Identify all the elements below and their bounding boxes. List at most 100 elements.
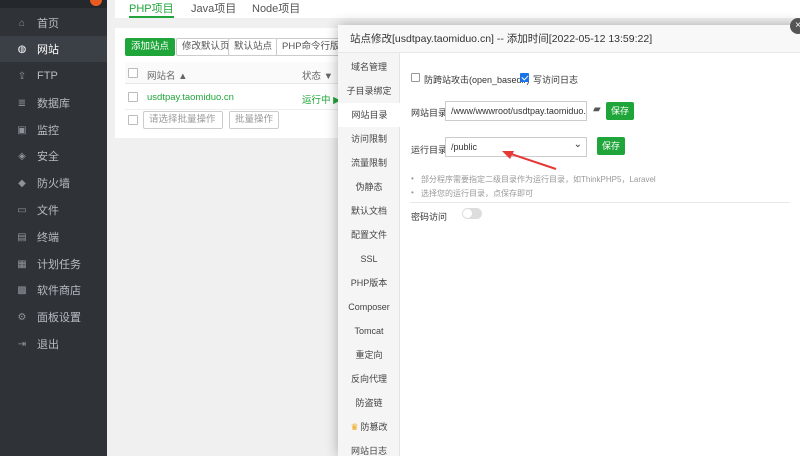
default-site-button[interactable]: 默认站点 — [228, 38, 279, 56]
dialog-menu-label: 防盗链 — [355, 398, 383, 408]
dialog-menu-label: 伪静态 — [355, 182, 383, 192]
sidebar-item-label: 监控 — [37, 125, 59, 137]
sidebar-item-9[interactable]: ▦ 计划任务 — [0, 251, 107, 277]
globe-icon: ◍ — [17, 43, 27, 55]
dialog-menu-label: 重定向 — [355, 350, 383, 360]
dialog-menu-item-10[interactable]: Composer — [338, 295, 400, 319]
sidebar-item-5[interactable]: ◈ 安全 — [0, 143, 107, 169]
dialog-menu-item-1[interactable]: 子目录绑定 — [338, 79, 400, 103]
dialog-menu: 域名管理子目录绑定网站目录访问限制流量限制伪静态默认文档配置文件 SSL PHP版本… — [338, 53, 401, 456]
dialog-title: 站点修改[usdtpay.taomiduo.cn] -- 添加时间[2022-0… — [338, 25, 800, 53]
dialog-menu-label: SSL — [360, 254, 378, 264]
dialog-menu-item-4[interactable]: 流量限制 — [338, 151, 400, 175]
edit-default-page-button[interactable]: 修改默认页 — [176, 38, 236, 56]
dialog-menu-item-6[interactable]: 默认文档 — [338, 199, 400, 223]
dialog-menu-item-3[interactable]: 访问限制 — [338, 127, 400, 151]
dialog-menu-label: 网站日志 — [350, 446, 387, 456]
dialog-menu-item-12[interactable]: 重定向 — [338, 343, 400, 367]
tab-php-project[interactable]: PHP项目 — [129, 0, 174, 18]
dialog-menu-label: 默认文档 — [350, 206, 387, 216]
run-dir-label: 运行目录 — [411, 145, 448, 155]
close-icon[interactable]: × — [790, 18, 800, 34]
row-checkbox[interactable] — [128, 92, 138, 102]
site-dir-label: 网站目录 — [411, 108, 448, 118]
dialog-menu-item-13[interactable]: 反向代理 — [338, 367, 400, 391]
chevron-down-icon: ⌄ — [573, 139, 582, 150]
dialog-menu-label: 反向代理 — [350, 374, 387, 384]
sidebar-item-10[interactable]: ▩ 软件商店 — [0, 277, 107, 303]
dialog-menu-label: 防篡改 — [360, 422, 388, 432]
dialog-menu-label: Composer — [348, 302, 390, 312]
tip-bullet-2: • — [411, 188, 414, 197]
site-dir-input[interactable]: /www/wwwroot/usdtpay.taomiduo.cn — [445, 101, 587, 121]
sidebar-item-11[interactable]: ⚙ 面板设置 — [0, 304, 107, 330]
database-icon: ≣ — [17, 97, 27, 109]
sidebar-item-1[interactable]: ◍ 网站 — [0, 36, 107, 62]
dialog-menu-label: 子目录绑定 — [346, 86, 392, 96]
dialog-menu-item-7[interactable]: 配置文件 — [338, 223, 400, 247]
sidebar-item-12[interactable]: ⇥ 退出 — [0, 331, 107, 357]
tip-select-dir: 选择您的运行目录，点保存即可 — [421, 189, 533, 198]
batch-select[interactable]: 请选择批量操作 — [143, 111, 223, 129]
add-site-button[interactable]: 添加站点 — [125, 38, 176, 56]
dialog-menu-item-15[interactable]: ♛ 防篡改 — [338, 415, 400, 439]
sidebar-item-0[interactable]: ⌂ 首页 — [0, 10, 107, 36]
sidebar-item-label: 安全 — [37, 151, 59, 163]
access-log-checkbox[interactable] — [520, 73, 529, 82]
sidebar-item-4[interactable]: ▣ 监控 — [0, 117, 107, 143]
batch-checkbox[interactable] — [128, 115, 138, 125]
anti-xss-checkbox[interactable] — [411, 73, 420, 82]
sidebar-item-8[interactable]: ▤ 终端 — [0, 224, 107, 250]
sidebar-item-6[interactable]: ◆ 防火墙 — [0, 170, 107, 196]
save-site-dir-button[interactable]: 保存 — [606, 102, 634, 120]
batch-action-button[interactable]: 批量操作 — [229, 111, 280, 129]
anti-xss-label: 防跨站攻击(open_basedir) — [424, 75, 530, 85]
sidebar-item-7[interactable]: ▭ 文件 — [0, 197, 107, 223]
sidebar-item-3[interactable]: ≣ 数据库 — [0, 90, 107, 116]
folder-icon[interactable]: ▰ — [593, 104, 601, 115]
store-icon: ▩ — [17, 284, 27, 296]
sidebar-item-label: 网站 — [37, 44, 59, 56]
schedule-icon: ▦ — [17, 258, 27, 270]
sidebar-item-label: 退出 — [37, 339, 59, 351]
sidebar-item-label: 终端 — [37, 232, 59, 244]
site-directory-content: 防跨站攻击(open_basedir) 写访问日志 网站目录 /www/wwwr… — [400, 53, 800, 456]
sidebar-item-label: 防火墙 — [37, 178, 70, 190]
gear-icon: ⚙ — [17, 311, 27, 323]
folder-icon: ▭ — [17, 204, 27, 216]
dialog-menu-item-14[interactable]: 防盗链 — [338, 391, 400, 415]
column-status[interactable]: 状态 ▼ — [302, 68, 333, 82]
tab-node-project[interactable]: Node项目 — [252, 0, 300, 16]
terminal-icon: ▤ — [17, 231, 27, 243]
dialog-menu-label: 访问限制 — [350, 134, 387, 144]
notification-badge[interactable] — [90, 0, 102, 6]
dialog-menu-label: 域名管理 — [350, 62, 387, 72]
dialog-menu-item-0[interactable]: 域名管理 — [338, 55, 400, 79]
site-status[interactable]: 运行中 ▶ — [302, 92, 340, 106]
shield-icon: ◈ — [18, 150, 26, 162]
tab-java-project[interactable]: Java项目 — [191, 0, 236, 16]
column-site-name[interactable]: 网站名 ▲ — [147, 68, 188, 82]
dialog-menu-item-8[interactable]: SSL — [338, 247, 400, 271]
tip-subdirectory: 部分程序需要指定二级目录作为运行目录，如ThinkPHP5，Laravel — [421, 175, 656, 184]
dialog-menu-item-5[interactable]: 伪静态 — [338, 175, 400, 199]
sidebar: ⌂ 首页 ◍ 网站 ⇪ FTP ≣ 数据库 ▣ 监控 ◈ 安全 ◆ 防火墙 ▭ 文件 ▤ 终端 ▦ 计划任务 ▩ 软件商店… — [0, 0, 107, 456]
dialog-menu-item-16[interactable]: 网站日志 — [338, 439, 400, 456]
dialog-menu-label: PHP版本 — [350, 278, 388, 288]
select-all-checkbox[interactable] — [128, 68, 138, 78]
dialog-menu-item-2[interactable]: 网站目录 — [338, 103, 401, 127]
sidebar-item-2[interactable]: ⇪ FTP — [0, 63, 107, 89]
save-run-dir-button[interactable]: 保存 — [597, 137, 625, 155]
dialog-menu-item-9[interactable]: PHP版本 — [338, 271, 400, 295]
site-edit-dialog: 站点修改[usdtpay.taomiduo.cn] -- 添加时间[2022-0… — [338, 18, 800, 456]
tip-bullet-1: • — [411, 174, 414, 183]
site-name-link[interactable]: usdtpay.taomiduo.cn — [147, 92, 234, 103]
annotation-arrow — [502, 151, 557, 170]
dialog-menu-label: 网站目录 — [351, 110, 388, 120]
project-tabs: PHP项目 Java项目 Node项目 — [115, 0, 800, 18]
dialog-menu-item-11[interactable]: Tomcat — [338, 319, 400, 343]
password-access-toggle[interactable] — [462, 208, 482, 219]
sidebar-item-label: 数据库 — [37, 98, 70, 110]
firewall-icon: ◆ — [18, 177, 26, 189]
monitor-icon: ▣ — [17, 124, 27, 136]
